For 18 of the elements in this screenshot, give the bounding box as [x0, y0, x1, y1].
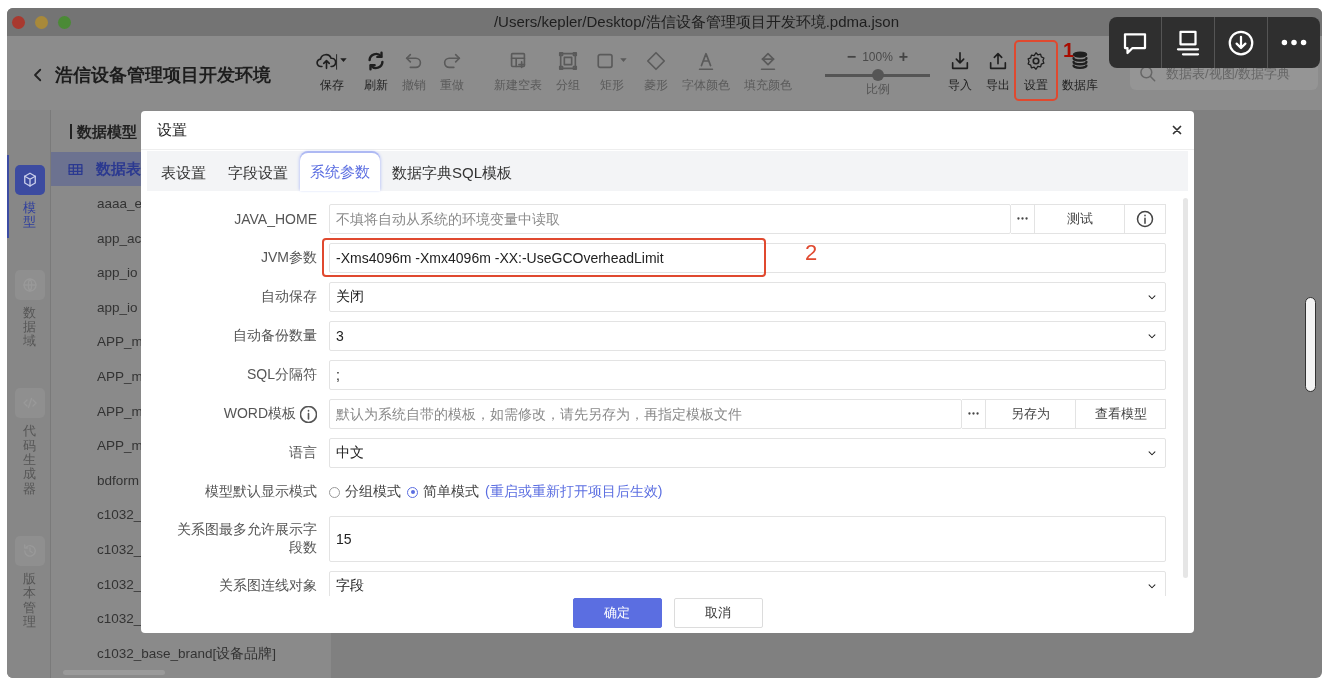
field-label: 自动保存	[261, 288, 317, 306]
field-label: JAVA_HOME	[234, 211, 317, 227]
field-label: 关系图最多允许展示字段数	[176, 521, 317, 557]
field-label: JVM参数	[261, 249, 317, 267]
window-title: /Users/kepler/Desktop/浩信设备管理项目开发环境.pdma.json	[492, 12, 901, 32]
field-label: 关系图连线对象	[219, 577, 317, 595]
field-label: SQL分隔符	[247, 366, 317, 384]
panel-title: 数据模型	[70, 123, 137, 139]
hint-text: (重启或重新打开项目后生效)	[485, 483, 663, 501]
annotation-number: 1	[1063, 40, 1075, 60]
field-label: 语言	[289, 444, 317, 462]
field-label: 模型默认显示模式	[205, 483, 317, 501]
field-label: 自动备份数量	[233, 327, 317, 345]
field-label: WORD模板	[223, 405, 296, 423]
dialog-title: 设置	[157, 120, 187, 140]
zoom-value: 100%	[862, 50, 893, 64]
project-title: 浩信设备管理项目开发环境	[55, 64, 271, 87]
annotation-number: 2	[805, 240, 818, 266]
